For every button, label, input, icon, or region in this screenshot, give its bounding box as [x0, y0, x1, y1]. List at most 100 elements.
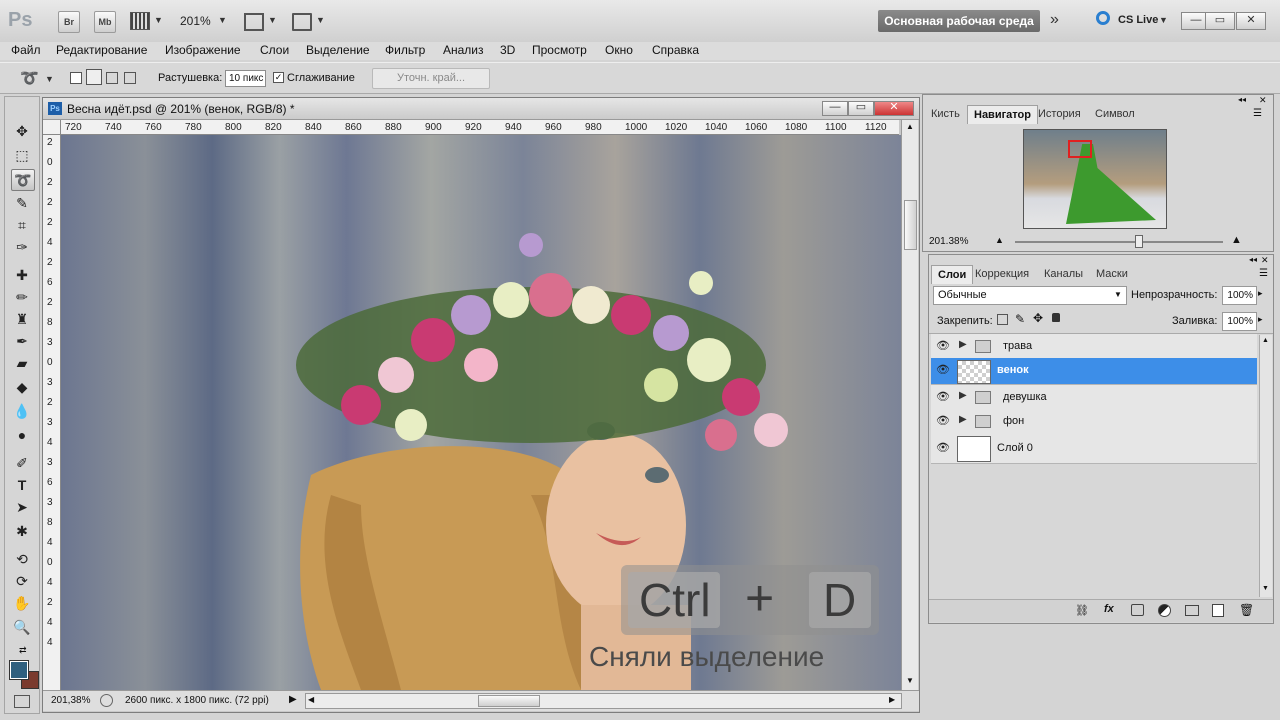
menu-window[interactable]: Окно — [605, 43, 633, 57]
layers-menu-icon[interactable]: ☰ — [1259, 268, 1268, 279]
dodge-tool-icon[interactable]: ● — [11, 425, 33, 445]
quick-selection-icon[interactable]: ✎ — [11, 193, 33, 213]
paint-bucket-icon[interactable]: ◆ — [11, 377, 33, 397]
menu-layers[interactable]: Слои — [260, 43, 289, 57]
lock-pixels-icon[interactable]: ✎ — [1015, 312, 1025, 326]
visibility-eye-icon[interactable]: 👁 — [935, 339, 951, 353]
cs-live-button[interactable]: CS Live — [1118, 14, 1158, 26]
zoom-level[interactable]: 201% — [180, 14, 211, 28]
menu-image[interactable]: Изображение — [165, 43, 241, 57]
expand-group-icon[interactable]: ▶ — [959, 390, 967, 401]
new-selection-icon[interactable] — [70, 72, 82, 84]
bridge-button[interactable]: Br — [58, 11, 80, 33]
eraser-tool-icon[interactable]: ▰ — [11, 353, 33, 373]
layer-style-icon[interactable]: fx — [1104, 603, 1114, 615]
chevron-down-icon[interactable]: ▼ — [316, 15, 325, 25]
arrange-documents-icon[interactable] — [244, 13, 264, 31]
layer-row-background-group[interactable]: 👁 ▶ фон — [931, 409, 1257, 434]
chevron-down-icon[interactable]: ▼ — [1159, 15, 1168, 25]
menu-file[interactable]: Файл — [11, 43, 41, 57]
path-selection-icon[interactable]: ➤ — [11, 497, 33, 517]
tab-adjustments[interactable]: Коррекция — [969, 265, 1035, 283]
panel-close-icon[interactable]: ✕ — [1259, 95, 1267, 106]
link-layers-icon[interactable]: ⛓ — [1075, 604, 1089, 617]
menu-analysis[interactable]: Анализ — [443, 43, 484, 57]
scrollbar-thumb[interactable] — [904, 200, 917, 250]
layer-row-grass[interactable]: 👁 ▶ трава — [931, 334, 1257, 359]
scroll-down-icon[interactable]: ▼ — [1262, 585, 1269, 592]
tab-navigator[interactable]: Навигатор — [967, 105, 1038, 124]
zoom-out-icon[interactable]: ▲ — [995, 235, 1004, 245]
move-tool-icon[interactable]: ✥ — [11, 121, 33, 141]
chevron-down-icon[interactable]: ▼ — [154, 15, 163, 25]
tab-masks[interactable]: Маски — [1090, 265, 1134, 283]
zoom-slider-track[interactable] — [1015, 241, 1223, 243]
status-zoom[interactable]: 201,38% — [51, 695, 90, 706]
fill-slider-arrow-icon[interactable]: ▸ — [1258, 314, 1263, 325]
tab-channels[interactable]: Каналы — [1038, 265, 1089, 283]
doc-minimize-button[interactable]: — — [822, 101, 848, 116]
tab-layers[interactable]: Слои — [931, 265, 974, 284]
status-menu-arrow-icon[interactable]: ▶ — [289, 694, 297, 705]
more-workspaces-icon[interactable]: » — [1050, 11, 1059, 29]
menu-select[interactable]: Выделение — [306, 43, 370, 57]
antialias-checkbox[interactable]: ✓ — [273, 72, 284, 83]
layer-row-layer-0[interactable]: 👁 Слой 0 — [931, 433, 1257, 464]
zoom-tool-icon[interactable]: 🔍 — [11, 617, 33, 637]
image-canvas[interactable]: Ctrl + D Сняли выделение — [61, 135, 901, 690]
collapse-layers-icon[interactable]: ◂◂ — [1249, 255, 1257, 264]
mini-bridge-button[interactable]: Mb — [94, 11, 116, 33]
healing-brush-icon[interactable]: ✚ — [11, 265, 33, 285]
menu-view[interactable]: Просмотр — [532, 43, 587, 57]
blur-tool-icon[interactable]: 💧 — [11, 401, 33, 421]
horizontal-scrollbar[interactable]: ◀ ▶ — [305, 693, 902, 709]
feather-input[interactable]: 10 пикс — [225, 70, 266, 87]
clone-stamp-icon[interactable]: ♜ — [11, 309, 33, 329]
menu-filter[interactable]: Фильтр — [385, 43, 425, 57]
document-titlebar[interactable]: Ps Весна идёт.psd @ 201% (венок, RGB/8) … — [43, 98, 919, 120]
layers-scrollbar[interactable]: ▲ ▼ — [1259, 335, 1272, 597]
visibility-eye-icon[interactable]: 👁 — [935, 441, 951, 455]
layers-panel-close-icon[interactable]: ✕ — [1261, 255, 1269, 266]
menu-help[interactable]: Справка — [652, 43, 699, 57]
foreground-color-swatch[interactable] — [9, 660, 29, 680]
lock-transparency-icon[interactable] — [997, 314, 1008, 325]
3d-rotate-icon[interactable]: ⟲ — [11, 549, 33, 569]
tab-character[interactable]: Символ — [1089, 105, 1141, 123]
scroll-left-icon[interactable]: ◀ — [308, 695, 314, 704]
chevron-down-icon[interactable]: ▼ — [45, 74, 54, 84]
history-brush-icon[interactable]: ✒ — [11, 331, 33, 351]
opacity-slider-arrow-icon[interactable]: ▸ — [1258, 288, 1263, 299]
navigator-thumbnail[interactable] — [1023, 129, 1167, 229]
screen-mode-icon[interactable] — [292, 13, 312, 31]
vertical-scrollbar[interactable]: ▲ ▼ — [901, 120, 918, 690]
new-group-icon[interactable] — [1185, 605, 1199, 616]
zoom-slider-handle[interactable] — [1135, 235, 1143, 248]
adjustment-layer-icon[interactable] — [1158, 604, 1171, 617]
blend-mode-select[interactable]: Обычные ▼ — [933, 286, 1127, 305]
refine-edge-button[interactable]: Уточн. край... — [372, 68, 490, 89]
navigator-zoom[interactable]: 201.38% — [929, 236, 968, 247]
subtract-from-selection-icon[interactable] — [106, 72, 118, 84]
horizontal-ruler[interactable]: 720 740 760 780 800 820 840 860 880 900 920 940 960 9… — [61, 120, 899, 135]
expand-group-icon[interactable]: ▶ — [959, 414, 967, 425]
chevron-down-icon[interactable]: ▼ — [218, 15, 227, 25]
quick-mask-icon[interactable] — [14, 695, 30, 708]
doc-maximize-button[interactable]: ▭ — [848, 101, 874, 116]
brush-tool-icon[interactable]: ✏ — [11, 287, 33, 307]
eyedropper-icon[interactable]: ✑ — [11, 237, 33, 257]
lock-all-icon[interactable] — [1052, 313, 1060, 322]
lock-position-icon[interactable]: ✥ — [1033, 311, 1043, 325]
shape-tool-icon[interactable]: ✱ — [11, 521, 33, 541]
doc-close-button[interactable]: ✕ — [874, 101, 914, 116]
delete-layer-icon[interactable]: 🗑 — [1239, 603, 1254, 617]
collapse-panel-icon[interactable]: ◂◂ — [1238, 95, 1246, 104]
scroll-up-icon[interactable]: ▲ — [906, 122, 914, 131]
fill-input[interactable]: 100% — [1222, 312, 1257, 331]
3d-orbit-icon[interactable]: ⟳ — [11, 571, 33, 591]
cs-live-icon[interactable] — [1096, 11, 1110, 25]
tab-history[interactable]: История — [1032, 105, 1087, 123]
zoom-in-icon[interactable]: ▲ — [1231, 234, 1242, 246]
scroll-right-icon[interactable]: ▶ — [889, 695, 895, 704]
visibility-eye-icon[interactable]: 👁 — [935, 414, 951, 428]
